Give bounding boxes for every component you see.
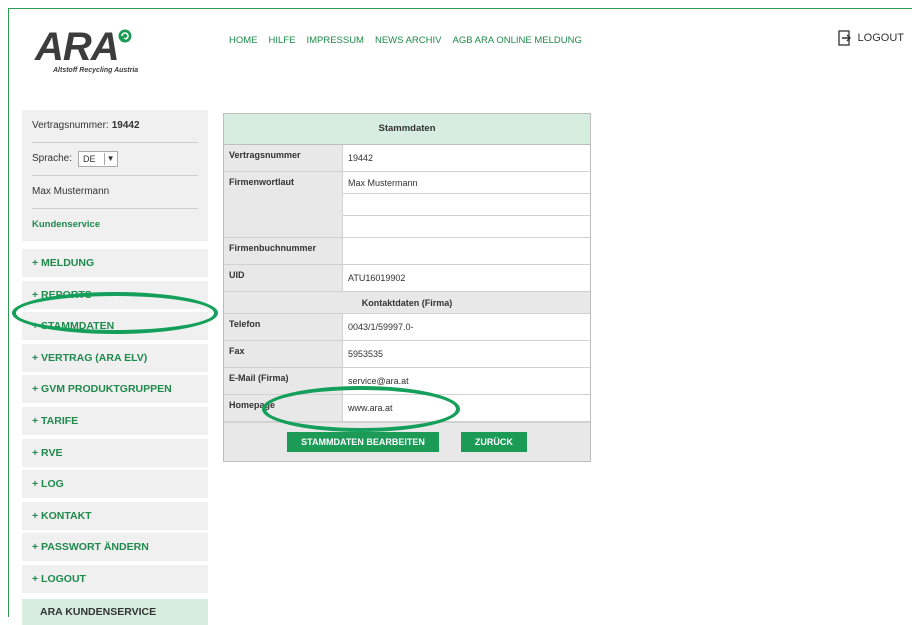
user-name: Max Mustermann: [32, 176, 198, 209]
firmenwortlaut-value-2: [342, 193, 590, 216]
sidebar-item-vertrag[interactable]: + VERTRAG (ARA ELV): [22, 343, 208, 372]
nav-hilfe[interactable]: HILFE: [269, 35, 296, 46]
sidebar-item-kontakt[interactable]: + KONTAKT: [22, 501, 208, 530]
sidebar-item-logout[interactable]: + LOGOUT: [22, 564, 208, 593]
contract-label: Vertragsnummer:: [32, 120, 109, 131]
firmenwortlaut-value-3: [342, 215, 590, 238]
sidebar-item-log[interactable]: + LOG: [22, 470, 208, 499]
contact-heading-row: Kontaktdaten (Firma): [224, 291, 590, 314]
sidebar-item-passwort-aendern[interactable]: + PASSWORT ÄNDERN: [22, 533, 208, 562]
top-navigation: HOME HILFE IMPRESSUM NEWS ARCHIV AGB ARA…: [229, 35, 593, 46]
language-select[interactable]: DE ▼: [78, 151, 118, 167]
table-row: Homepage www.ara.at: [224, 394, 590, 422]
uid-label: UID: [224, 264, 343, 292]
logout-icon: [837, 30, 851, 46]
nav-impressum[interactable]: IMPRESSUM: [306, 35, 364, 46]
contact-heading: Kontaktdaten (Firma): [224, 291, 590, 314]
table-row: Vertragsnummer 19442: [224, 145, 590, 172]
contract-number: 19442: [111, 120, 140, 131]
logo-text: ARA: [35, 25, 120, 69]
telefon-label: Telefon: [224, 313, 343, 341]
sidebar-item-reports[interactable]: + REPORTS: [22, 280, 208, 309]
header-logout[interactable]: LOGOUT: [837, 30, 904, 46]
customer-service-box[interactable]: ARA KUNDENSERVICE: [22, 598, 208, 625]
fax-value: 5953535: [342, 340, 590, 368]
recycling-icon: [118, 29, 132, 43]
sidebar-item-tarife[interactable]: + TARIFE: [22, 406, 208, 435]
table-row: Firmenbuchnummer: [224, 237, 590, 265]
header-logout-label: LOGOUT: [857, 32, 904, 44]
uid-value: ATU16019902: [342, 264, 590, 292]
contract-row: Vertragsnummer: 19442: [32, 110, 198, 143]
nav-news-archiv[interactable]: NEWS ARCHIV: [375, 35, 442, 46]
table-row: Telefon 0043/1/59997.0-: [224, 313, 590, 341]
edit-stammdaten-button[interactable]: STAMMDATEN BEARBEITEN: [287, 432, 439, 452]
email-label: E-Mail (Firma): [224, 367, 343, 395]
language-row: Sprache: DE ▼: [32, 143, 198, 176]
back-button[interactable]: ZURÜCK: [460, 432, 527, 452]
ara-logo[interactable]: ARA Altstoff Recycling Austria: [35, 25, 145, 75]
telefon-value: 0043/1/59997.0-: [342, 313, 590, 341]
homepage-value: www.ara.at: [342, 394, 590, 422]
nav-home[interactable]: HOME: [229, 35, 258, 46]
email-value: service@ara.at: [342, 367, 590, 395]
firmenwortlaut-value-1: Max Mustermann: [342, 171, 590, 194]
vertragsnummer-value: 19442: [342, 145, 590, 172]
sidebar-item-meldung[interactable]: + MELDUNG: [22, 249, 208, 277]
sidebar-item-gvm-produktgruppen[interactable]: + GVM PRODUKTGRUPPEN: [22, 375, 208, 404]
fax-label: Fax: [224, 340, 343, 368]
stammdaten-table: Vertragsnummer 19442 Firmenwortlaut Max …: [224, 145, 590, 422]
firmenwortlaut-label: Firmenwortlaut: [224, 171, 343, 238]
chevron-down-icon: ▼: [103, 153, 117, 165]
stammdaten-panel: Stammdaten Vertragsnummer 19442 Firmenwo…: [223, 113, 591, 462]
sidebar: Vertragsnummer: 19442 Sprache: DE ▼ Max …: [22, 110, 208, 625]
sidebar-menu: + MELDUNG + REPORTS + STAMMDATEN + VERTR…: [22, 249, 208, 593]
table-row: UID ATU16019902: [224, 264, 590, 292]
sidebar-item-stammdaten[interactable]: + STAMMDATEN: [22, 312, 208, 341]
table-row: Firmenwortlaut Max Mustermann: [224, 171, 590, 238]
sidebar-item-rve[interactable]: + RVE: [22, 438, 208, 467]
homepage-label: Homepage: [224, 394, 343, 422]
language-label: Sprache:: [32, 153, 73, 164]
nav-agb[interactable]: AGB ARA ONLINE MELDUNG: [453, 35, 582, 46]
customer-service-row: Kundenservice: [32, 209, 198, 241]
firmenbuchnummer-value: [342, 237, 590, 265]
action-bar: STAMMDATEN BEARBEITEN ZURÜCK: [224, 422, 590, 461]
logo-subtitle: Altstoff Recycling Austria: [53, 67, 139, 74]
table-row: E-Mail (Firma) service@ara.at: [224, 367, 590, 395]
account-info: Vertragsnummer: 19442 Sprache: DE ▼ Max …: [22, 110, 208, 241]
table-row: Fax 5953535: [224, 340, 590, 368]
customer-service-link[interactable]: Kundenservice: [32, 217, 100, 233]
firmenbuchnummer-label: Firmenbuchnummer: [224, 237, 343, 265]
vertragsnummer-label: Vertragsnummer: [224, 145, 343, 172]
language-value: DE: [83, 154, 96, 164]
panel-title: Stammdaten: [224, 114, 590, 145]
